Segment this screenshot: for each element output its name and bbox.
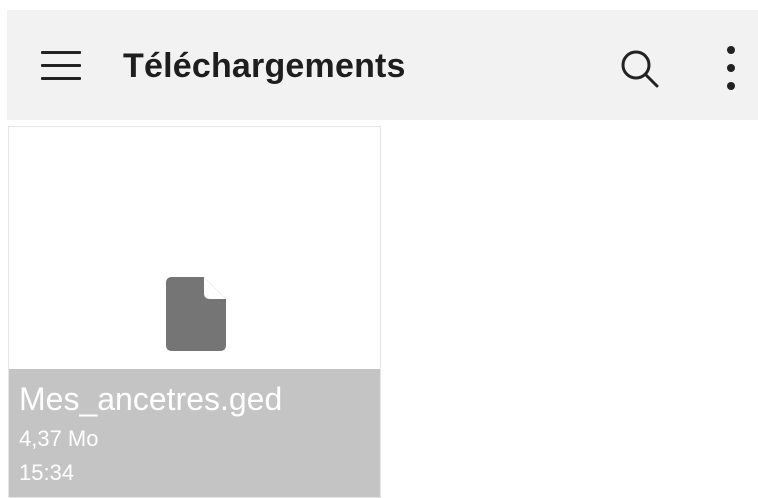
menu-button[interactable] bbox=[41, 51, 81, 81]
more-options-button[interactable] bbox=[719, 44, 743, 92]
downloads-screen: Téléchargements Mes_ancetres.ged 4,37 Mo… bbox=[0, 0, 758, 498]
file-name: Mes_ancetres.ged bbox=[19, 381, 283, 417]
file-card[interactable]: Mes_ancetres.ged 4,37 Mo 15:34 bbox=[8, 126, 381, 498]
file-thumbnail bbox=[9, 127, 380, 369]
file-size: 4,37 Mo bbox=[19, 426, 99, 451]
search-icon bbox=[621, 50, 659, 88]
page-title: Téléchargements bbox=[123, 47, 406, 85]
app-toolbar: Téléchargements bbox=[7, 10, 758, 120]
file-info-panel: Mes_ancetres.ged 4,37 Mo 15:34 bbox=[9, 369, 380, 497]
file-time: 15:34 bbox=[19, 460, 75, 485]
document-icon bbox=[166, 277, 226, 351]
search-button[interactable] bbox=[617, 46, 663, 92]
